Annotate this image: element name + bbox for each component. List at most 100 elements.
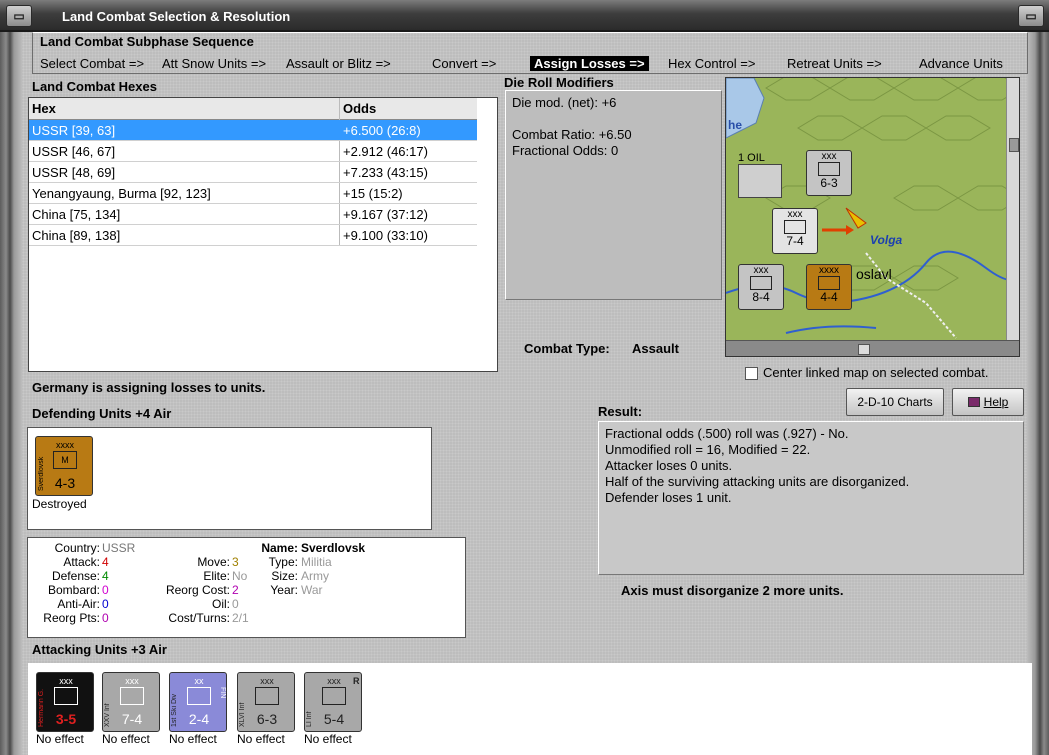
unit-status: Destroyed xyxy=(32,497,87,511)
step-hex-control[interactable]: Hex Control => xyxy=(668,56,755,71)
scrollbar-thumb[interactable] xyxy=(858,344,870,355)
hex-table: Hex Odds USSR [39, 63] +6.500 (26:8) USS… xyxy=(28,97,498,372)
odds-cell: +9.100 (33:10) xyxy=(343,228,428,243)
unit-reserve-tag: R xyxy=(353,676,360,686)
elite-label: Elite: xyxy=(203,569,230,583)
reorg-cost-label: Reorg Cost: xyxy=(165,583,230,597)
odds-cell: +2.912 (46:17) xyxy=(343,144,428,159)
window-title: Land Combat Selection & Resolution xyxy=(62,9,291,24)
center-map-checkbox-label[interactable]: Center linked map on selected combat. xyxy=(763,365,988,380)
unit-size: xx xyxy=(194,676,204,686)
infantry-icon xyxy=(750,276,772,290)
step-retreat-units[interactable]: Retreat Units => xyxy=(787,56,882,71)
charts-button[interactable]: 2-D-10 Charts xyxy=(846,388,944,416)
name-label: Name: xyxy=(261,541,298,555)
size-value: Army xyxy=(301,569,329,583)
table-row[interactable]: Yenangyaung, Burma [92, 123] +15 (15:2) xyxy=(29,183,477,204)
window-menu-button[interactable]: ▭ xyxy=(6,5,32,27)
help-button[interactable]: Help xyxy=(952,388,1024,416)
odds-cell: +15 (15:2) xyxy=(343,186,403,201)
attack-value: 4 xyxy=(102,555,109,569)
defense-label: Defense: xyxy=(51,569,100,583)
country-value: USSR xyxy=(102,541,136,555)
column-header-hex[interactable]: Hex xyxy=(32,101,56,116)
hex-table-header: Hex Odds xyxy=(29,98,477,120)
map-horizontal-scrollbar[interactable] xyxy=(726,340,1019,356)
table-row[interactable]: USSR [46, 67] +2.912 (46:17) xyxy=(29,141,477,162)
linked-map[interactable]: he 1 OIL Volga oslavl xxx 6-3 xxx 7-4 xx… xyxy=(725,77,1020,357)
move-label: Move: xyxy=(197,555,230,569)
step-assault-or-blitz[interactable]: Assault or Blitz => xyxy=(286,56,391,71)
column-header-odds[interactable]: Odds xyxy=(343,101,376,116)
scrollbar-thumb[interactable] xyxy=(1009,138,1019,152)
defense-value: 4 xyxy=(102,569,109,583)
unit-size: xxxx xyxy=(56,440,74,450)
result-line: Attacker loses 0 units. xyxy=(605,458,733,473)
step-select-combat[interactable]: Select Combat => xyxy=(40,56,144,71)
cost-turns-label: Cost/Turns: xyxy=(168,611,230,625)
unit-details-panel: Country: USSR Attack: 4 Defense: 4 Bomba… xyxy=(27,537,466,638)
modifier-line: Fractional Odds: 0 xyxy=(512,143,619,158)
unit-size: xxx xyxy=(260,676,274,686)
unit-size: xxx xyxy=(125,676,139,686)
subphase-sequence-title: Land Combat Subphase Sequence xyxy=(40,34,254,49)
map-counter[interactable]: xxx 6-3 xyxy=(806,150,852,196)
armor-icon xyxy=(54,687,78,705)
hex-cell: USSR [48, 69] xyxy=(32,165,116,180)
center-map-checkbox[interactable] xyxy=(745,367,758,380)
counter-value: 7-4 xyxy=(786,234,804,248)
unit-value: 2-4 xyxy=(188,711,210,727)
map-label-he: he xyxy=(728,118,743,132)
unit-counter: Hermann G. xxx 3-5 xyxy=(36,672,94,732)
result-panel: Fractional odds (.500) roll was (.927) -… xyxy=(598,421,1024,575)
step-advance-units[interactable]: Advance Units xyxy=(919,56,1003,71)
type-label: Type: xyxy=(268,555,298,569)
table-row[interactable]: USSR [48, 69] +7.233 (43:15) xyxy=(29,162,477,183)
hex-cell: USSR [39, 63] xyxy=(32,123,116,138)
step-convert[interactable]: Convert => xyxy=(432,56,496,71)
map-counter[interactable]: xxx 7-4 xyxy=(772,208,818,254)
bombard-value: 0 xyxy=(102,583,109,597)
map-counter[interactable]: xxx 8-4 xyxy=(738,264,784,310)
unit-size: xxx xyxy=(59,676,73,686)
odds-cell: +9.167 (37:12) xyxy=(343,207,428,222)
attacking-title: Attacking Units +3 Air xyxy=(32,642,167,657)
oil-label: Oil: xyxy=(212,597,230,611)
counter-size: xxxx xyxy=(819,265,839,276)
bombard-label: Bombard: xyxy=(47,583,100,597)
combat-type-value: Assault xyxy=(632,341,679,356)
result-line: Unmodified roll = 16, Modified = 22. xyxy=(605,442,811,457)
infantry-icon xyxy=(818,162,840,176)
table-row[interactable]: USSR [39, 63] +6.500 (26:8) xyxy=(29,120,477,141)
counter-value: 6-3 xyxy=(820,176,838,190)
step-att-snow-units[interactable]: Att Snow Units => xyxy=(162,56,266,71)
help-button-label: Help xyxy=(983,395,1009,409)
map-counter[interactable]: xxxx 4-4 xyxy=(806,264,852,310)
modifiers-title: Die Roll Modifiers xyxy=(504,75,614,90)
table-row[interactable]: China [75, 134] +9.167 (37:12) xyxy=(29,204,477,225)
attack-label: Attack: xyxy=(63,555,100,569)
infantry-icon xyxy=(120,687,144,705)
step-assign-losses[interactable]: Assign Losses => xyxy=(530,56,649,71)
oil-resource-icon xyxy=(738,164,782,198)
map-label-city: oslavl xyxy=(856,266,892,282)
unit-status: No effect xyxy=(237,732,285,746)
unit-counter: Sverdlovsk xxxx M 4-3 xyxy=(35,436,93,496)
hex-cell: Yenangyaung, Burma [92, 123] xyxy=(32,186,211,201)
cost-turns-value: 2/1 xyxy=(232,611,249,625)
unit-counter: 1st Ski Div xx FIN 2-4 xyxy=(169,672,227,732)
infantry-icon xyxy=(784,220,806,234)
anti-air-label: Anti-Air: xyxy=(57,597,100,611)
table-row[interactable]: China [89, 138] +9.100 (33:10) xyxy=(29,225,477,246)
close-button[interactable]: ▭ xyxy=(1018,5,1044,27)
help-book-icon xyxy=(967,397,980,407)
hex-cell: USSR [46, 67] xyxy=(32,144,116,159)
map-terrain xyxy=(726,78,1019,339)
map-vertical-scrollbar[interactable] xyxy=(1006,78,1019,340)
map-label-oil: 1 OIL xyxy=(738,152,765,164)
hexes-title: Land Combat Hexes xyxy=(32,79,157,94)
combat-type-label: Combat Type: xyxy=(524,341,610,356)
result-note: Axis must disorganize 2 more units. xyxy=(621,583,844,598)
counter-value: 8-4 xyxy=(752,290,770,304)
unit-value: 4-3 xyxy=(54,475,76,491)
